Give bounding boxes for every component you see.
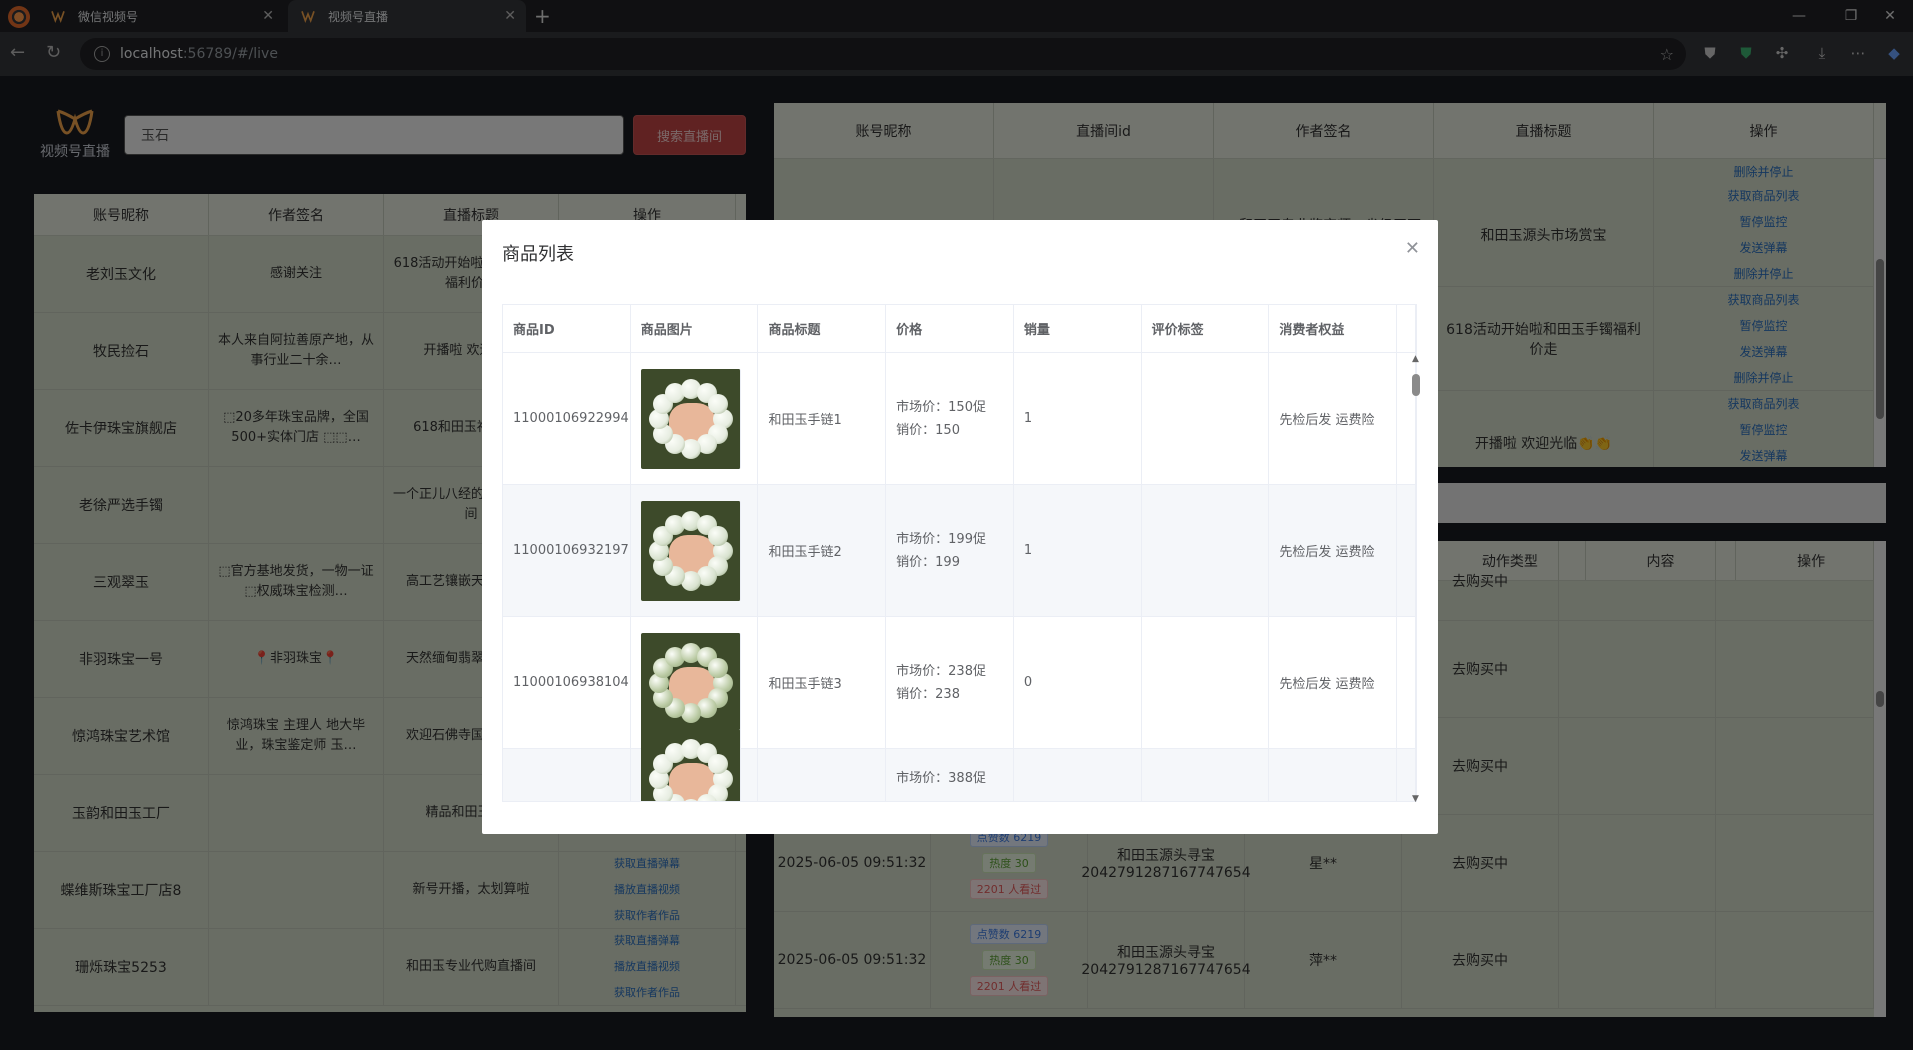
sales-count: 0 — [1014, 617, 1142, 748]
price-cell: 市场价：238促 销价：238 — [886, 617, 1014, 748]
product-title: 和田玉手链3 — [758, 617, 887, 748]
product-thumbnail[interactable] — [640, 728, 741, 801]
market-price: 市场价：238促 — [896, 663, 986, 679]
header-cell: 消费者权益 — [1269, 305, 1398, 352]
scroll-down-icon[interactable]: ▼ — [1412, 794, 1419, 804]
market-price: 市场价：199促 — [896, 531, 986, 547]
product-title: 和田玉手链2 — [758, 485, 887, 616]
sale-price: 销价：238 — [896, 686, 960, 702]
header-cell: 评价标签 — [1142, 305, 1270, 352]
price-cell: 市场价：199促 销价：199 — [886, 485, 1014, 616]
table-row: 11000106922994 和田玉手链1 市场价：150促 销价：150 1 先检后发 … — [503, 353, 1416, 485]
header-cell: 商品ID — [503, 305, 631, 352]
review-tags — [1142, 353, 1270, 484]
consumer-rights: 先检后发 运费险 — [1269, 353, 1398, 484]
sale-price: 销价：150 — [896, 422, 960, 438]
table-row: 11000106938104 和田玉手链3 市场价：238促 销价：238 0 先检后发 … — [503, 617, 1416, 749]
product-id: 11000106938104 — [503, 617, 631, 748]
table-row: 11000106932197 和田玉手链2 市场价：199促 销价：199 1 先检后发 … — [503, 485, 1416, 617]
scrollbar[interactable]: ▲ ▼ — [1410, 354, 1422, 804]
product-id: 11000106922994 — [503, 353, 631, 484]
table-header: 商品ID 商品图片 商品标题 价格 销量 评价标签 消费者权益 — [503, 305, 1416, 353]
scroll-up-icon[interactable]: ▲ — [1412, 354, 1419, 364]
product-id — [503, 749, 631, 801]
market-price: 市场价：150促 — [896, 399, 986, 415]
consumer-rights: 先检后发 运费险 — [1269, 617, 1398, 748]
header-cell: 销量 — [1014, 305, 1142, 352]
product-thumbnail[interactable] — [640, 500, 741, 601]
table-row: 市场价：388促 — [503, 728, 1416, 801]
product-thumbnail[interactable] — [640, 632, 741, 733]
product-table: 商品ID 商品图片 商品标题 价格 销量 评价标签 消费者权益 11000106… — [502, 304, 1417, 802]
modal-title: 商品列表 — [502, 244, 574, 265]
consumer-rights — [1269, 749, 1398, 801]
review-tags — [1142, 617, 1270, 748]
sales-count: 1 — [1014, 485, 1142, 616]
sales-count: 1 — [1014, 353, 1142, 484]
header-cell: 价格 — [886, 305, 1014, 352]
product-image-cell — [631, 485, 759, 616]
product-title — [758, 749, 887, 801]
product-thumbnail[interactable] — [640, 368, 741, 469]
market-price: 市场价：388促 — [896, 771, 986, 786]
close-icon[interactable]: ✕ — [1405, 238, 1420, 259]
consumer-rights: 先检后发 运费险 — [1269, 485, 1398, 616]
header-cell: 商品图片 — [631, 305, 759, 352]
review-tags — [1142, 749, 1270, 801]
sale-price: 销价：199 — [896, 554, 960, 570]
sales-count — [1014, 749, 1142, 801]
price-cell: 市场价：150促 销价：150 — [886, 353, 1014, 484]
product-image-cell — [631, 728, 759, 801]
product-title: 和田玉手链1 — [758, 353, 887, 484]
price-cell: 市场价：388促 — [886, 749, 1014, 801]
product-id: 11000106932197 — [503, 485, 631, 616]
product-list-modal: 商品列表 ✕ 商品ID 商品图片 商品标题 价格 销量 评价标签 消费者权益 1… — [482, 220, 1438, 834]
review-tags — [1142, 485, 1270, 616]
header-cell: 商品标题 — [758, 305, 887, 352]
product-image-cell — [631, 353, 759, 484]
